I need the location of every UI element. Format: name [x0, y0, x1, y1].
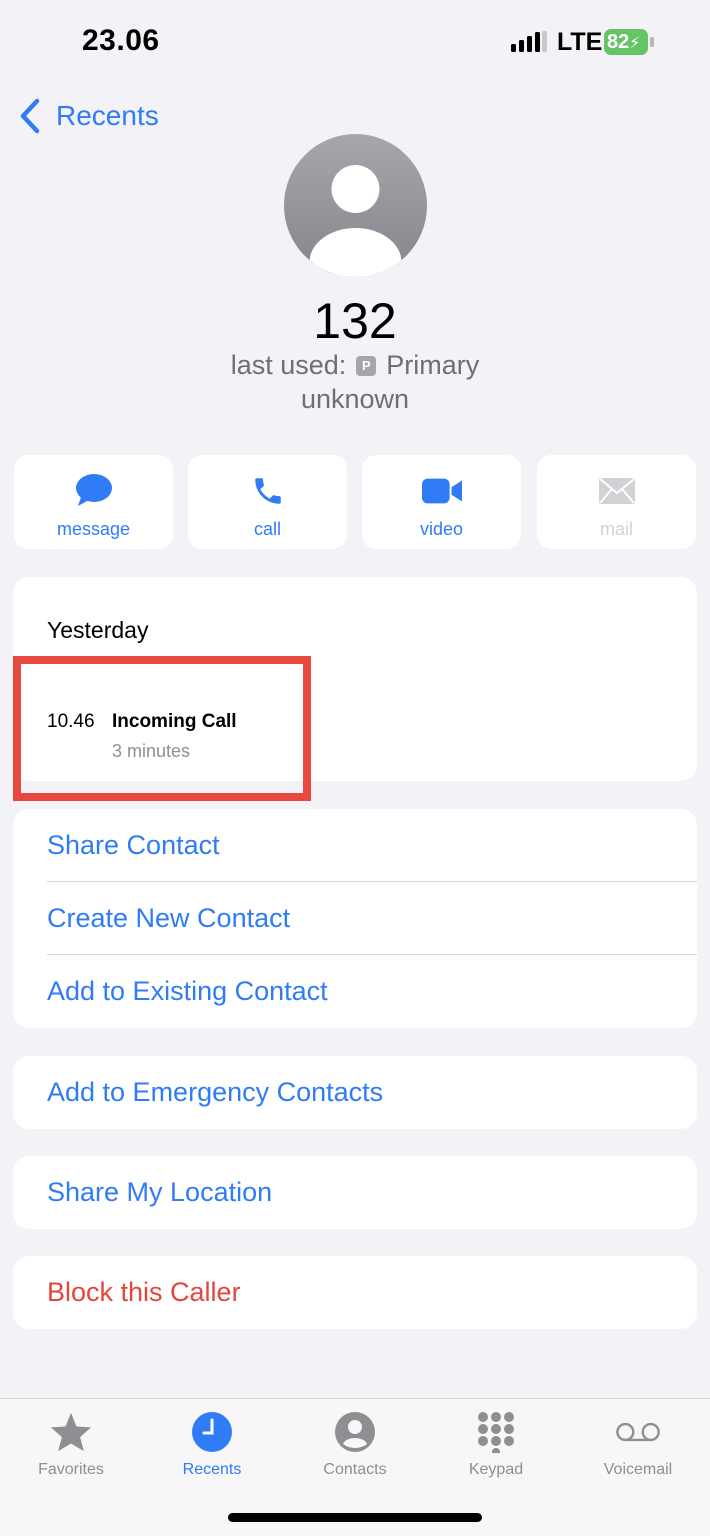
- envelope-icon: [597, 473, 637, 509]
- contact-label: unknown: [300, 384, 410, 414]
- add-to-emergency-contacts-button[interactable]: Add to Emergency Contacts: [47, 1056, 697, 1129]
- back-label: Recents: [56, 100, 159, 131]
- sim-badge-icon: P: [356, 355, 377, 376]
- contact-options-card: Share Contact Create New Contact Add to …: [13, 809, 697, 1028]
- chevron-left-icon: [20, 98, 40, 134]
- tab-recents-label: Recents: [182, 1461, 242, 1478]
- message-label: message: [56, 519, 131, 539]
- video-label: video: [419, 519, 464, 539]
- call-button[interactable]: call: [188, 455, 347, 549]
- message-bubble-icon: [74, 473, 114, 509]
- emergency-card: Add to Emergency Contacts: [13, 1056, 697, 1129]
- create-new-contact-button[interactable]: Create New Contact: [47, 882, 697, 955]
- tab-keypad[interactable]: Keypad: [436, 1409, 556, 1479]
- tab-favorites-label: Favorites: [38, 1461, 104, 1478]
- last-used-line: last used: P Primary: [0, 350, 710, 381]
- network-type: LTE: [557, 28, 603, 56]
- home-indicator[interactable]: [228, 1513, 482, 1522]
- tab-keypad-label: Keypad: [468, 1461, 524, 1478]
- battery-level: 82⚡: [604, 29, 648, 55]
- add-to-existing-contact-button[interactable]: Add to Existing Contact: [47, 955, 697, 1028]
- call-day-header: Yesterday: [47, 617, 149, 643]
- tab-favorites[interactable]: Favorites: [11, 1409, 131, 1479]
- back-button[interactable]: Recents: [18, 96, 159, 136]
- voicemail-icon: [615, 1409, 661, 1455]
- highlight-box: [13, 656, 311, 801]
- video-camera-icon: [421, 473, 462, 509]
- keypad-icon: [473, 1409, 519, 1455]
- message-button[interactable]: message: [14, 455, 173, 549]
- block-caller-button[interactable]: Block this Caller: [47, 1256, 697, 1329]
- cellular-signal-icon: [511, 31, 547, 52]
- mail-button[interactable]: mail: [537, 455, 696, 549]
- phone-icon: [248, 473, 288, 509]
- tab-contacts[interactable]: Contacts: [295, 1409, 415, 1479]
- star-icon: [48, 1409, 94, 1455]
- share-contact-button[interactable]: Share Contact: [47, 809, 697, 882]
- tab-recents[interactable]: Recents: [152, 1409, 272, 1479]
- location-card: Share My Location: [13, 1156, 697, 1229]
- status-time: 23.06: [82, 24, 160, 57]
- share-my-location-button[interactable]: Share My Location: [47, 1156, 697, 1229]
- block-card: Block this Caller: [13, 1256, 697, 1329]
- tab-contacts-label: Contacts: [323, 1461, 387, 1478]
- battery-icon: 82⚡: [604, 29, 654, 55]
- clock-icon: [189, 1409, 235, 1455]
- mail-label: mail: [599, 519, 633, 539]
- sim-name: Primary: [386, 350, 480, 380]
- tab-voicemail-label: Voicemail: [603, 1461, 673, 1478]
- call-label: call: [253, 519, 281, 539]
- last-used-prefix: last used:: [230, 350, 347, 380]
- video-button[interactable]: video: [362, 455, 521, 549]
- person-silhouette-icon: [309, 165, 402, 277]
- contact-number: 132: [313, 293, 397, 349]
- tab-voicemail[interactable]: Voicemail: [578, 1409, 698, 1479]
- avatar: [284, 134, 427, 277]
- person-circle-icon: [332, 1409, 378, 1455]
